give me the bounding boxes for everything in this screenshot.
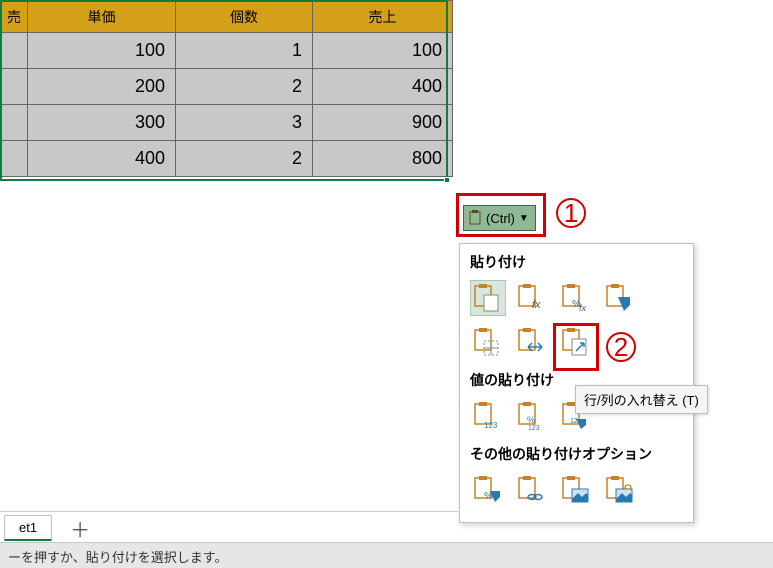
paste-options-button[interactable]: (Ctrl) ▼	[463, 205, 536, 231]
paste-options-menu: 貼り付け fx %fx 値の貼り付け 123 %123	[459, 243, 694, 523]
cell[interactable]	[1, 69, 28, 105]
cell[interactable]	[1, 141, 28, 177]
annotation-number-1: 1	[556, 198, 586, 228]
paste-picture-icon[interactable]	[558, 472, 594, 508]
fill-handle[interactable]	[444, 177, 450, 183]
header-cell[interactable]: 売上	[313, 1, 453, 33]
paste-formatting-icon[interactable]: %	[470, 472, 506, 508]
paste-no-borders-icon[interactable]	[470, 324, 506, 360]
svg-text:123: 123	[484, 421, 498, 430]
paste-formulas-icon[interactable]: fx	[514, 280, 550, 316]
paste-options-label: (Ctrl)	[486, 211, 515, 226]
svg-text:fx: fx	[579, 303, 587, 313]
paste-all-icon[interactable]	[470, 280, 506, 316]
cell[interactable]	[1, 33, 28, 69]
cell[interactable]: 100	[313, 33, 453, 69]
cell[interactable]: 2	[176, 69, 313, 105]
header-cell[interactable]: 売	[1, 1, 28, 33]
table-row: 100 1 100	[1, 33, 453, 69]
table-row: 300 3 900	[1, 105, 453, 141]
chevron-down-icon: ▼	[519, 213, 529, 224]
cell[interactable]: 300	[28, 105, 176, 141]
clipboard-icon	[468, 210, 482, 226]
paste-keep-source-formatting-icon[interactable]	[602, 280, 638, 316]
svg-text:123: 123	[528, 425, 540, 431]
paste-link-icon[interactable]	[514, 472, 550, 508]
paste-formulas-number-formatting-icon[interactable]: %fx	[558, 280, 594, 316]
sheet-tab-strip: et1 ＋	[0, 511, 460, 541]
cell[interactable]: 400	[28, 141, 176, 177]
cell[interactable]: 400	[313, 69, 453, 105]
tooltip: 行/列の入れ替え (T)	[575, 385, 708, 414]
paste-values-icon[interactable]: 123	[470, 398, 506, 434]
sheet-tab[interactable]: et1	[4, 515, 52, 541]
cell[interactable]: 3	[176, 105, 313, 141]
status-bar: ーを押すか、貼り付けを選択します。	[0, 542, 773, 568]
cell[interactable]	[1, 105, 28, 141]
table-row: 200 2 400	[1, 69, 453, 105]
section-title-paste: 貼り付け	[460, 248, 693, 278]
svg-text:fx: fx	[532, 299, 541, 311]
cell[interactable]: 800	[313, 141, 453, 177]
cell[interactable]: 100	[28, 33, 176, 69]
cell[interactable]: 2	[176, 141, 313, 177]
spreadsheet-table[interactable]: 売 単価 個数 売上 100 1 100 200 2 400 300 3 900…	[0, 0, 453, 177]
paste-linked-picture-icon[interactable]	[602, 472, 638, 508]
paste-values-number-formatting-icon[interactable]: %123	[514, 398, 550, 434]
header-cell[interactable]: 個数	[176, 1, 313, 33]
paste-transpose-icon[interactable]	[558, 324, 594, 360]
svg-text:%: %	[527, 415, 535, 425]
annotation-number-2: 2	[606, 332, 636, 362]
cell[interactable]: 1	[176, 33, 313, 69]
table-row: 400 2 800	[1, 141, 453, 177]
cell[interactable]: 200	[28, 69, 176, 105]
new-sheet-button[interactable]: ＋	[56, 515, 104, 541]
paste-keep-column-widths-icon[interactable]	[514, 324, 550, 360]
cell[interactable]: 900	[313, 105, 453, 141]
header-cell[interactable]: 単価	[28, 1, 176, 33]
section-title-other: その他の貼り付けオプション	[460, 440, 693, 470]
